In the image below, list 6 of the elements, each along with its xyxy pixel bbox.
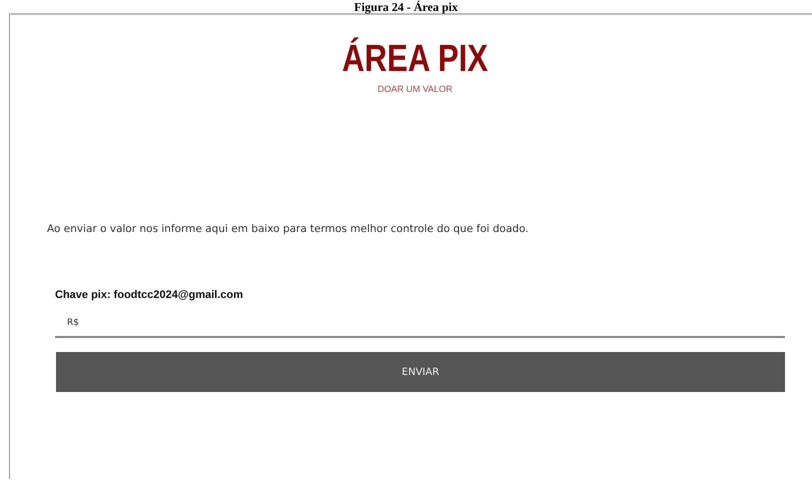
instruction-text: Ao enviar o valor nos informe aqui em baixo para termos melhor controle do que foi doado.	[47, 223, 530, 235]
pix-key-label: Chave pix: foodtcc2024@gmail.com	[55, 289, 244, 301]
page-title: ÁREA PIX	[342, 37, 488, 81]
page-subtitle: DOAR UM VALOR	[378, 83, 452, 95]
submit-button[interactable]: ENVIAR	[56, 352, 785, 392]
figure-caption: Figura 24 - Área pix	[354, 0, 458, 15]
